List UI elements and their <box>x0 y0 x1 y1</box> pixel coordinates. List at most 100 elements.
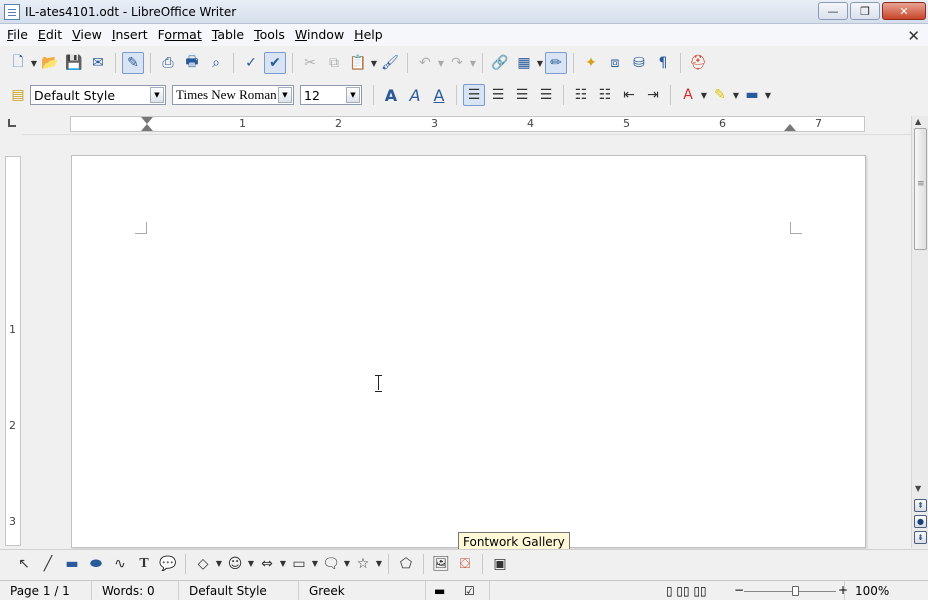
symbol-shapes-icon[interactable]: ☺ <box>224 553 246 575</box>
font-name-dropdown-icon[interactable]: ▼ <box>278 87 292 103</box>
background-color-dropdown-icon[interactable]: ▼ <box>764 91 772 100</box>
restore-button[interactable]: ❐ <box>850 2 880 20</box>
print-preview-icon[interactable]: ⌕ <box>205 52 227 74</box>
block-arrows-icon[interactable]: ⇔ <box>256 553 278 575</box>
menu-table[interactable]: Table <box>207 24 249 46</box>
save-icon[interactable]: 💾 <box>63 52 85 74</box>
callouts-icon[interactable]: 💬 <box>157 553 179 575</box>
help-icon[interactable]: ⛑ <box>687 52 709 74</box>
paragraph-style-dropdown-icon[interactable]: ▼ <box>150 87 164 103</box>
right-indent-icon[interactable] <box>784 124 796 131</box>
vertical-scrollbar[interactable]: ▲ ▼ ⇞ ● ⇟ <box>911 116 928 548</box>
horizontal-ruler[interactable]: 1 2 3 4 5 6 7 <box>70 116 865 132</box>
digital-signature-icon[interactable]: ☑ <box>456 580 490 600</box>
styles-and-formatting-icon[interactable]: ▤ <box>7 84 29 106</box>
left-indent-icon[interactable] <box>141 124 153 131</box>
bullets-icon[interactable]: ☷ <box>594 84 616 106</box>
data-sources-icon[interactable]: ⛁ <box>628 52 650 74</box>
navigator-icon[interactable]: ✦ <box>580 52 602 74</box>
auto-spellcheck-icon[interactable]: ✔ <box>264 52 286 74</box>
zoom-slider-handle[interactable] <box>792 585 799 596</box>
basic-shapes-icon[interactable]: ◇ <box>192 553 214 575</box>
zoom-slider[interactable]: − + <box>734 581 848 600</box>
new-dropdown-icon[interactable]: ▼ <box>30 59 38 68</box>
menu-format[interactable]: Format <box>153 24 207 46</box>
rectangle-icon[interactable]: ▬ <box>61 553 83 575</box>
redo-icon[interactable]: ↷ <box>446 52 468 74</box>
zoom-percent[interactable]: 100% <box>844 580 892 600</box>
freeform-line-icon[interactable]: ∿ <box>109 553 131 575</box>
highlighting-dropdown-icon[interactable]: ▼ <box>732 91 740 100</box>
flowchart-icon[interactable]: ▭ <box>288 553 310 575</box>
tab-stop-selector-icon[interactable] <box>8 119 16 127</box>
menu-view[interactable]: View <box>67 24 107 46</box>
select-pointer-icon[interactable]: ↖ <box>13 553 35 575</box>
menu-tools[interactable]: Tools <box>249 24 290 46</box>
font-size-dropdown-icon[interactable]: ▼ <box>346 87 360 103</box>
cut-icon[interactable]: ✂ <box>299 52 321 74</box>
callout-shapes-icon[interactable]: 🗨 <box>320 553 342 575</box>
underline-icon[interactable]: A <box>428 84 450 106</box>
new-document-icon[interactable]: 🗋 <box>7 52 29 74</box>
paragraph-style-combo[interactable]: Default Style ▼ <box>30 85 166 105</box>
export-pdf-icon[interactable]: ⎙ <box>157 52 179 74</box>
zoom-in-icon[interactable]: + <box>838 583 848 597</box>
page-style-status[interactable]: Default Style <box>179 580 299 600</box>
clone-formatting-icon[interactable]: 🖌 <box>379 52 401 74</box>
document-page[interactable] <box>71 155 866 548</box>
basic-shapes-dropdown-icon[interactable]: ▼ <box>215 559 223 568</box>
page-number-status[interactable]: Page 1 / 1 <box>0 580 92 600</box>
close-document-icon[interactable]: ✕ <box>907 27 920 45</box>
minimize-button[interactable]: — <box>818 2 848 20</box>
word-count-status[interactable]: Words: 0 <box>92 580 179 600</box>
close-window-button[interactable]: ✕ <box>882 2 926 20</box>
font-size-combo[interactable]: 12 ▼ <box>300 85 362 105</box>
italic-icon[interactable]: A <box>404 84 426 106</box>
language-status[interactable]: Greek <box>299 580 426 600</box>
line-icon[interactable]: ╱ <box>37 553 59 575</box>
insert-mode-icon[interactable]: ▬ <box>426 581 456 600</box>
justify-icon[interactable]: ☰ <box>535 84 557 106</box>
decrease-indent-icon[interactable]: ⇤ <box>618 84 640 106</box>
menu-window[interactable]: Window <box>290 24 349 46</box>
symbol-shapes-dropdown-icon[interactable]: ▼ <box>247 559 255 568</box>
points-icon[interactable]: ⬠ <box>395 553 417 575</box>
fontwork-gallery-icon[interactable]: 🖼 <box>430 553 452 575</box>
menu-edit[interactable]: Edit <box>33 24 67 46</box>
menu-file[interactable]: File <box>2 24 33 46</box>
font-name-combo[interactable]: Times New Roman ▼ <box>172 85 294 105</box>
bold-icon[interactable]: A <box>380 84 402 106</box>
menu-insert[interactable]: Insert <box>107 24 153 46</box>
stars-dropdown-icon[interactable]: ▼ <box>375 559 383 568</box>
scroll-down-icon[interactable]: ▼ <box>915 484 921 493</box>
undo-icon[interactable]: ↶ <box>414 52 436 74</box>
email-icon[interactable]: ✉ <box>87 52 109 74</box>
scrollbar-thumb[interactable] <box>914 128 927 250</box>
hyperlink-icon[interactable]: 🔗 <box>489 52 511 74</box>
show-draw-functions-icon[interactable]: ✏ <box>545 52 567 74</box>
paste-icon[interactable]: 📋 <box>347 52 369 74</box>
highlighting-icon[interactable]: ✎ <box>709 84 731 106</box>
scroll-up-icon[interactable]: ▲ <box>915 117 921 126</box>
font-color-dropdown-icon[interactable]: ▼ <box>700 91 708 100</box>
block-arrows-dropdown-icon[interactable]: ▼ <box>279 559 287 568</box>
print-icon[interactable]: 🖶 <box>181 52 203 74</box>
next-page-icon[interactable]: ⇟ <box>914 531 927 544</box>
stars-icon[interactable]: ☆ <box>352 553 374 575</box>
formatting-marks-icon[interactable]: ¶ <box>652 52 674 74</box>
copy-icon[interactable]: ⧉ <box>323 52 345 74</box>
align-center-icon[interactable]: ☰ <box>487 84 509 106</box>
redo-dropdown-icon[interactable]: ▼ <box>469 59 477 68</box>
view-layout-icon[interactable]: ▯ ▯▯ ▯▯ <box>660 581 728 600</box>
ellipse-icon[interactable]: ⬬ <box>85 553 107 575</box>
zoom-slider-track[interactable] <box>744 590 836 592</box>
align-left-icon[interactable]: ☰ <box>463 84 485 106</box>
from-file-icon[interactable]: ⛋ <box>454 553 476 575</box>
align-right-icon[interactable]: ☰ <box>511 84 533 106</box>
paste-dropdown-icon[interactable]: ▼ <box>370 59 378 68</box>
undo-dropdown-icon[interactable]: ▼ <box>437 59 445 68</box>
gallery-icon[interactable]: ⧈ <box>604 52 626 74</box>
font-color-icon[interactable]: A <box>677 84 699 106</box>
navigation-icon[interactable]: ● <box>914 515 927 528</box>
zoom-out-icon[interactable]: − <box>734 583 744 597</box>
